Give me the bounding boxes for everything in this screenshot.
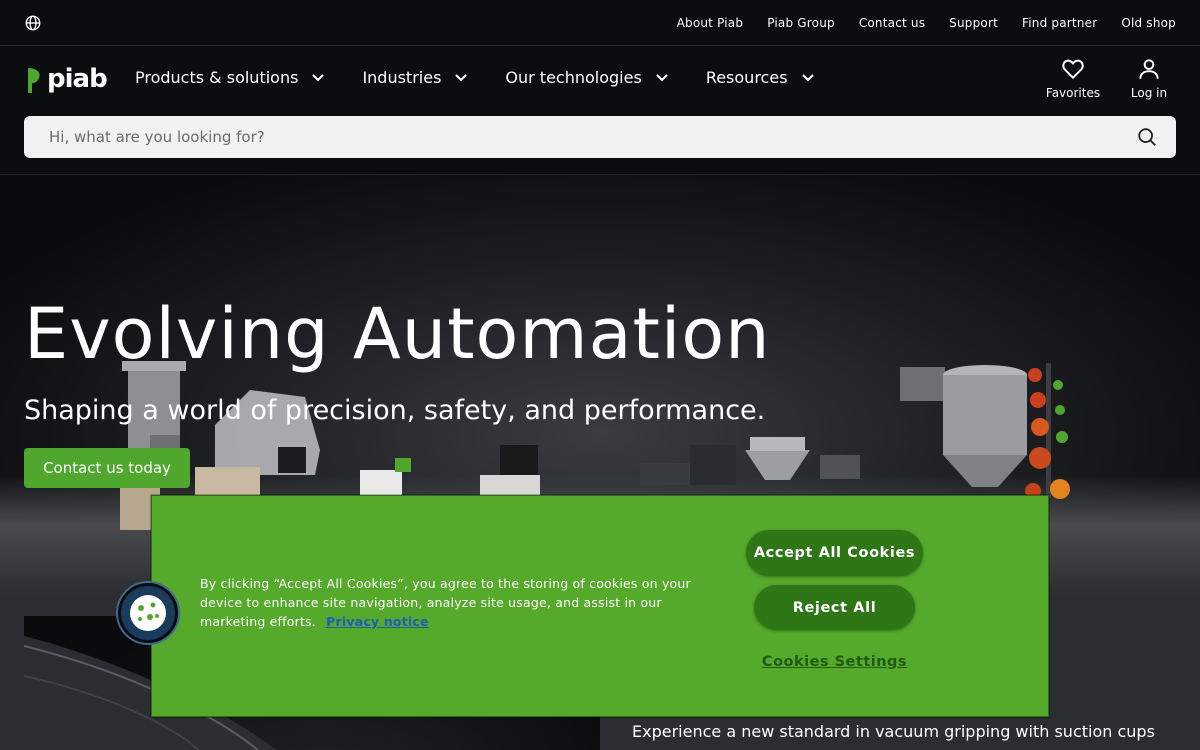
link-piab-group[interactable]: Piab Group	[767, 16, 835, 30]
feature-description: Experience a new standard in vacuum grip…	[632, 722, 1155, 741]
search-icon[interactable]	[1136, 126, 1158, 148]
header-actions: Favorites Log in	[1044, 56, 1178, 100]
login-button[interactable]: Log in	[1120, 56, 1178, 100]
privacy-notice-link[interactable]: Privacy notice	[326, 614, 429, 629]
cookie-description: By clicking “Accept All Cookies”, you ag…	[200, 574, 730, 631]
main-header: piab Products & solutions Industries Our…	[0, 46, 1200, 175]
cookies-settings-button[interactable]: Cookies Settings	[754, 649, 915, 675]
chevron-down-icon	[656, 73, 668, 81]
logo-text: piab	[47, 64, 108, 94]
favorites-label: Favorites	[1045, 86, 1101, 100]
accept-all-cookies-button[interactable]: Accept All Cookies	[746, 530, 923, 576]
nav-label: Our technologies	[505, 68, 642, 87]
piab-logo[interactable]: piab	[24, 64, 108, 94]
chevron-down-icon	[312, 73, 325, 81]
hero-subtitle: Shaping a world of precision, safety, an…	[24, 395, 766, 426]
search-input[interactable]	[24, 116, 1124, 158]
primary-nav: Products & solutions Industries Our tech…	[135, 68, 816, 87]
cookie-text: By clicking “Accept All Cookies”, you ag…	[200, 576, 691, 629]
link-old-shop[interactable]: Old shop	[1121, 16, 1176, 30]
user-icon	[1139, 59, 1159, 79]
hero-title: Evolving Automation	[24, 293, 771, 375]
utility-links: About Piab Piab Group Contact us Support…	[677, 0, 1176, 46]
nav-our-technologies[interactable]: Our technologies	[505, 68, 669, 87]
chevron-down-icon	[801, 73, 814, 81]
cookie-icon	[130, 595, 166, 631]
login-label: Log in	[1130, 86, 1168, 100]
contact-us-today-button[interactable]: Contact us today	[24, 448, 190, 488]
chevron-down-icon	[455, 73, 468, 81]
link-find-partner[interactable]: Find partner	[1022, 16, 1097, 30]
link-about-piab[interactable]: About Piab	[677, 16, 744, 30]
link-support[interactable]: Support	[949, 16, 998, 30]
top-utility-bar: About Piab Piab Group Contact us Support…	[0, 0, 1200, 46]
favorites-button[interactable]: Favorites	[1044, 56, 1102, 100]
nav-resources[interactable]: Resources	[706, 68, 816, 87]
cookie-preferences-button[interactable]	[118, 583, 178, 643]
reject-all-button[interactable]: Reject All	[754, 585, 915, 630]
nav-products-solutions[interactable]: Products & solutions	[135, 68, 326, 87]
nav-label: Resources	[705, 68, 788, 87]
nav-label: Industries	[362, 68, 442, 87]
nav-label: Products & solutions	[135, 68, 299, 87]
nav-industries[interactable]: Industries	[362, 68, 469, 87]
piab-logo-icon	[28, 68, 40, 93]
globe-icon[interactable]	[24, 14, 42, 32]
cookie-consent-banner: By clicking “Accept All Cookies”, you ag…	[151, 495, 1049, 717]
link-contact-us[interactable]: Contact us	[859, 16, 925, 30]
search-bar	[24, 116, 1176, 158]
heart-icon	[1062, 59, 1084, 80]
